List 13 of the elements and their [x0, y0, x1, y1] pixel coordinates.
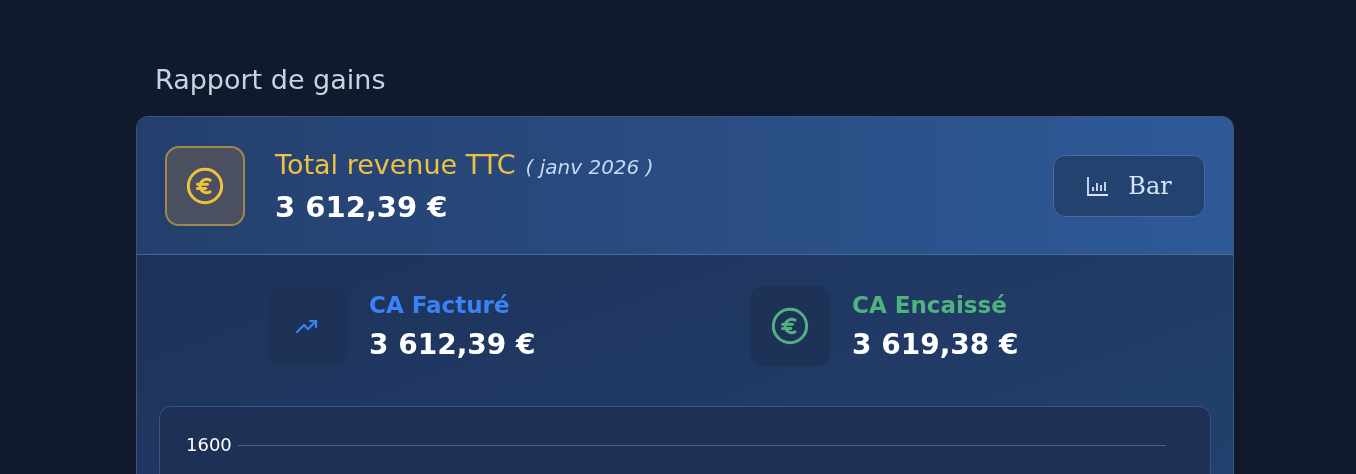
- stat-label: CA Facturé: [369, 290, 511, 320]
- stat-label: CA Encaissé: [852, 290, 1008, 320]
- section-title: Rapport de gains: [155, 63, 387, 97]
- euro-icon: [185, 165, 225, 206]
- period-label: ( janv 2026 ): [525, 153, 654, 181]
- summary-title: Total revenue TTC: [275, 147, 516, 182]
- stat-value: 3 619,38 €: [852, 327, 1019, 362]
- chart-type-button[interactable]: Bar: [1053, 154, 1205, 217]
- stat-value: 3 612,39 €: [369, 327, 536, 362]
- bar-chart-icon: [1086, 174, 1111, 197]
- total-amount: 3 612,39 €: [275, 189, 449, 224]
- euro-icon: [770, 305, 810, 346]
- axis-label: 1600: [186, 433, 232, 457]
